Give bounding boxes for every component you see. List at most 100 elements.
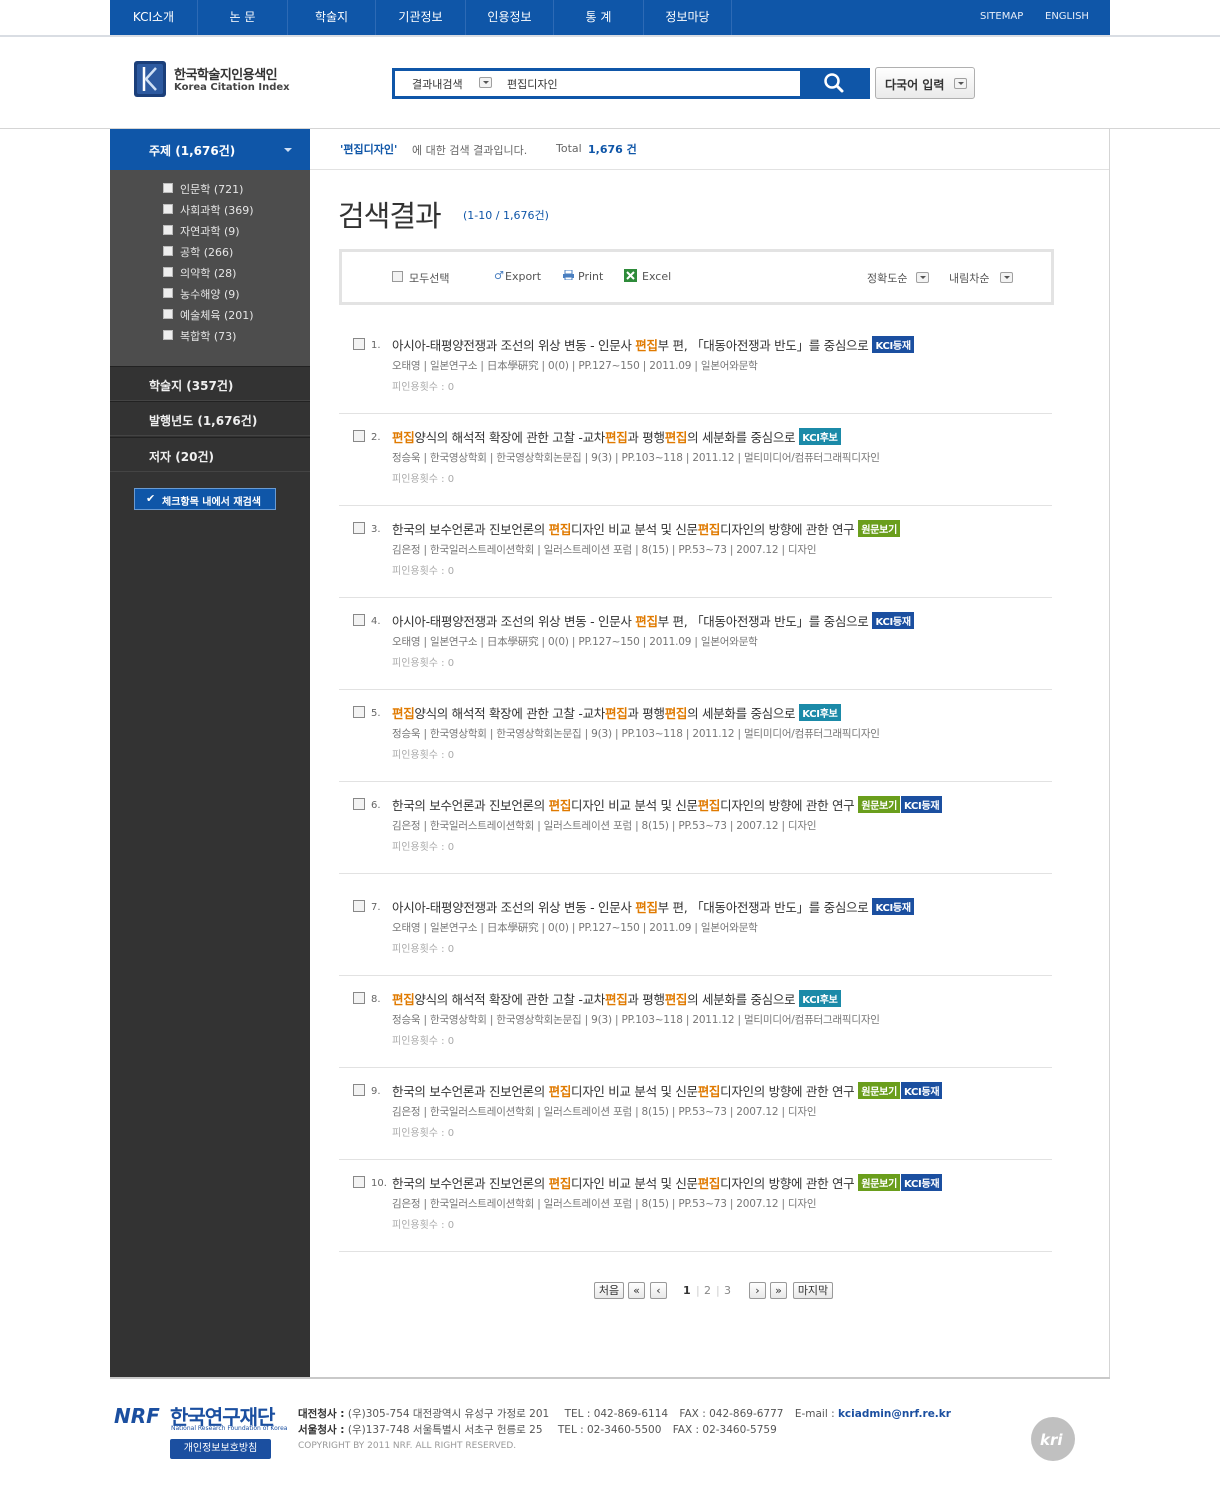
title-text: 과 평행 [627, 430, 665, 445]
order-select[interactable]: 내림차순 [949, 270, 989, 286]
kci-logo-icon[interactable] [134, 61, 166, 97]
nav-kci-intro[interactable]: KCI소개 [110, 0, 198, 35]
result-checkbox[interactable] [353, 900, 365, 912]
next-block-button[interactable]: » [770, 1282, 787, 1299]
result-title-link[interactable]: 한국의 보수언론과 진보언론의 편집디자인 비교 분석 및 신문편집디자인의 방… [392, 1173, 943, 1192]
result-title-link[interactable]: 아시아-태평양전쟁과 조선의 위상 변동 - 인문사 편집부 편, 「대동아전쟁… [392, 335, 914, 354]
subject-checkbox[interactable] [163, 204, 173, 214]
subject-item[interactable]: 예술체육 (201) [180, 307, 254, 323]
result-checkbox[interactable] [353, 798, 365, 810]
keyword-highlight: 편집 [635, 614, 658, 629]
nav-papers[interactable]: 논 문 [198, 0, 288, 35]
search-input[interactable]: 편집디자인 [507, 76, 558, 92]
english-link[interactable]: ENGLISH [1045, 0, 1089, 35]
sidebar-subject-header[interactable]: 주제 (1,676건) [110, 129, 310, 170]
daejeon-tel: TEL : 042-869-6114 [564, 1408, 669, 1420]
keyword-highlight: 편집 [697, 1084, 721, 1099]
result-title-link[interactable]: 아시아-태평양전쟁과 조선의 위상 변동 - 인문사 편집부 편, 「대동아전쟁… [392, 611, 914, 630]
logo-text-en[interactable]: Korea Citation Index [174, 82, 290, 93]
subject-item[interactable]: 자연과학 (9) [180, 223, 240, 239]
subject-checkbox[interactable] [163, 330, 173, 340]
subject-checkbox[interactable] [163, 267, 173, 277]
subject-checkbox[interactable] [163, 309, 173, 319]
research-in-checked-button[interactable]: ✔ 체크항목 내에서 재검색 [134, 488, 276, 510]
first-page-button[interactable]: 처음 [594, 1282, 624, 1299]
chevron-down-icon[interactable] [1000, 272, 1013, 283]
result-checkbox[interactable] [353, 338, 365, 350]
subject-item[interactable]: 인문학 (721) [180, 181, 243, 197]
nav-journals[interactable]: 학술지 [288, 0, 376, 35]
nav-info-plaza[interactable]: 정보마당 [644, 0, 732, 35]
result-title-link[interactable]: 한국의 보수언론과 진보언론의 편집디자인 비교 분석 및 신문편집디자인의 방… [392, 519, 900, 538]
sitemap-link[interactable]: SITEMAP [980, 0, 1023, 35]
subject-item[interactable]: 공학 (266) [180, 244, 233, 260]
subject-item[interactable]: 의약학 (28) [180, 265, 236, 281]
page-link-current[interactable]: 1 [683, 1284, 691, 1297]
result-checkbox[interactable] [353, 430, 365, 442]
check-icon: ✔ [146, 492, 156, 505]
print-button[interactable]: Print [578, 270, 603, 283]
subject-checkbox[interactable] [163, 288, 173, 298]
nav-statistics[interactable]: 통 계 [554, 0, 644, 35]
page-link[interactable]: 2 [704, 1284, 711, 1297]
result-checkbox[interactable] [353, 992, 365, 1004]
keyword-highlight: 편집 [635, 338, 658, 353]
privacy-policy-button[interactable]: 개인정보보호방침 [170, 1439, 271, 1459]
subject-item[interactable]: 복합학 (73) [180, 328, 236, 344]
result-checkbox[interactable] [353, 706, 365, 718]
sidebar-item-author[interactable]: 저자 (20건) [110, 437, 310, 472]
result-title-link[interactable]: 편집양식의 해석적 확장에 관한 고찰 -교차편집과 평행편집의 세분화를 중심… [392, 703, 841, 722]
result-title-link[interactable]: 아시아-태평양전쟁과 조선의 위상 변동 - 인문사 편집부 편, 「대동아전쟁… [392, 897, 914, 916]
nav-citations[interactable]: 인용정보 [466, 0, 554, 35]
subject-checkbox[interactable] [163, 246, 173, 256]
subject-list: 인문학 (721) 사회과학 (369) 자연과학 (9) 공학 (266) 의… [110, 170, 310, 366]
sidebar-item-journal[interactable]: 학술지 (357건) [110, 366, 310, 401]
fulltext-badge[interactable]: 원문보기 [858, 520, 900, 537]
sidebar-item-year[interactable]: 발행년도 (1,676건) [110, 401, 310, 436]
nrf-logo[interactable]: NRF [114, 1404, 160, 1428]
multilang-input-button[interactable]: 다국어 입력 [875, 67, 975, 99]
search-summary: '편집디자인' 에 대한 검색 결과입니다. Total 1,676 건 [310, 129, 1109, 170]
subject-checkbox[interactable] [163, 225, 173, 235]
subject-item[interactable]: 농수해양 (9) [180, 286, 240, 302]
result-checkbox[interactable] [353, 614, 365, 626]
result-item: 6. 한국의 보수언론과 진보언론의 편집디자인 비교 분석 및 신문편집디자인의… [339, 782, 1052, 874]
kci-status-badge: KCI등재 [872, 336, 914, 353]
citation-count: 피인용횟수 : 0 [392, 1036, 455, 1047]
title-text: 의 세분화를 중심으로 [687, 430, 796, 445]
page-link[interactable]: 3 [724, 1284, 731, 1297]
sidebar-item-label: 저자 (20건) [149, 450, 214, 464]
subject-item[interactable]: 사회과학 (369) [180, 202, 254, 218]
chevron-down-icon[interactable] [916, 272, 929, 283]
result-checkbox[interactable] [353, 1176, 365, 1188]
fulltext-badge[interactable]: 원문보기 [858, 1174, 900, 1191]
top-nav-bar: KCI소개 논 문 학술지 기관정보 인용정보 통 계 정보마당 SITEMAP… [0, 0, 1220, 35]
logo-text-ko[interactable]: 한국학술지인용색인 [174, 64, 278, 83]
export-button[interactable]: Export [505, 270, 541, 283]
footer-divider [110, 1377, 1110, 1379]
result-title-link[interactable]: 한국의 보수언론과 진보언론의 편집디자인 비교 분석 및 신문편집디자인의 방… [392, 1081, 943, 1100]
result-title-link[interactable]: 한국의 보수언론과 진보언론의 편집디자인 비교 분석 및 신문편집디자인의 방… [392, 795, 943, 814]
search-button[interactable] [800, 68, 870, 99]
subject-checkbox[interactable] [163, 183, 173, 193]
result-checkbox[interactable] [353, 522, 365, 534]
nav-institutions[interactable]: 기관정보 [376, 0, 466, 35]
chevron-down-icon[interactable] [479, 77, 492, 88]
fulltext-badge[interactable]: 원문보기 [858, 796, 900, 813]
prev-page-button[interactable]: ‹ [650, 1282, 667, 1299]
next-page-button[interactable]: › [749, 1282, 766, 1299]
last-page-button[interactable]: 마지막 [793, 1282, 833, 1299]
citation-count: 피인용횟수 : 0 [392, 750, 455, 761]
search-icon [824, 73, 844, 93]
search-scope-select[interactable]: 결과내검색 [412, 76, 463, 92]
fulltext-badge[interactable]: 원문보기 [858, 1082, 900, 1099]
prev-block-button[interactable]: « [628, 1282, 645, 1299]
sort-select[interactable]: 정확도순 [867, 270, 907, 286]
result-checkbox[interactable] [353, 1084, 365, 1096]
result-title-link[interactable]: 편집양식의 해석적 확장에 관한 고찰 -교차편집과 평행편집의 세분화를 중심… [392, 989, 841, 1008]
select-all-checkbox[interactable] [392, 271, 403, 282]
select-all-label[interactable]: 모두선택 [409, 270, 449, 286]
email-link[interactable]: kciadmin@nrf.re.kr [838, 1408, 951, 1420]
result-title-link[interactable]: 편집양식의 해석적 확장에 관한 고찰 -교차편집과 평행편집의 세분화를 중심… [392, 427, 841, 446]
excel-button[interactable]: Excel [642, 270, 671, 283]
